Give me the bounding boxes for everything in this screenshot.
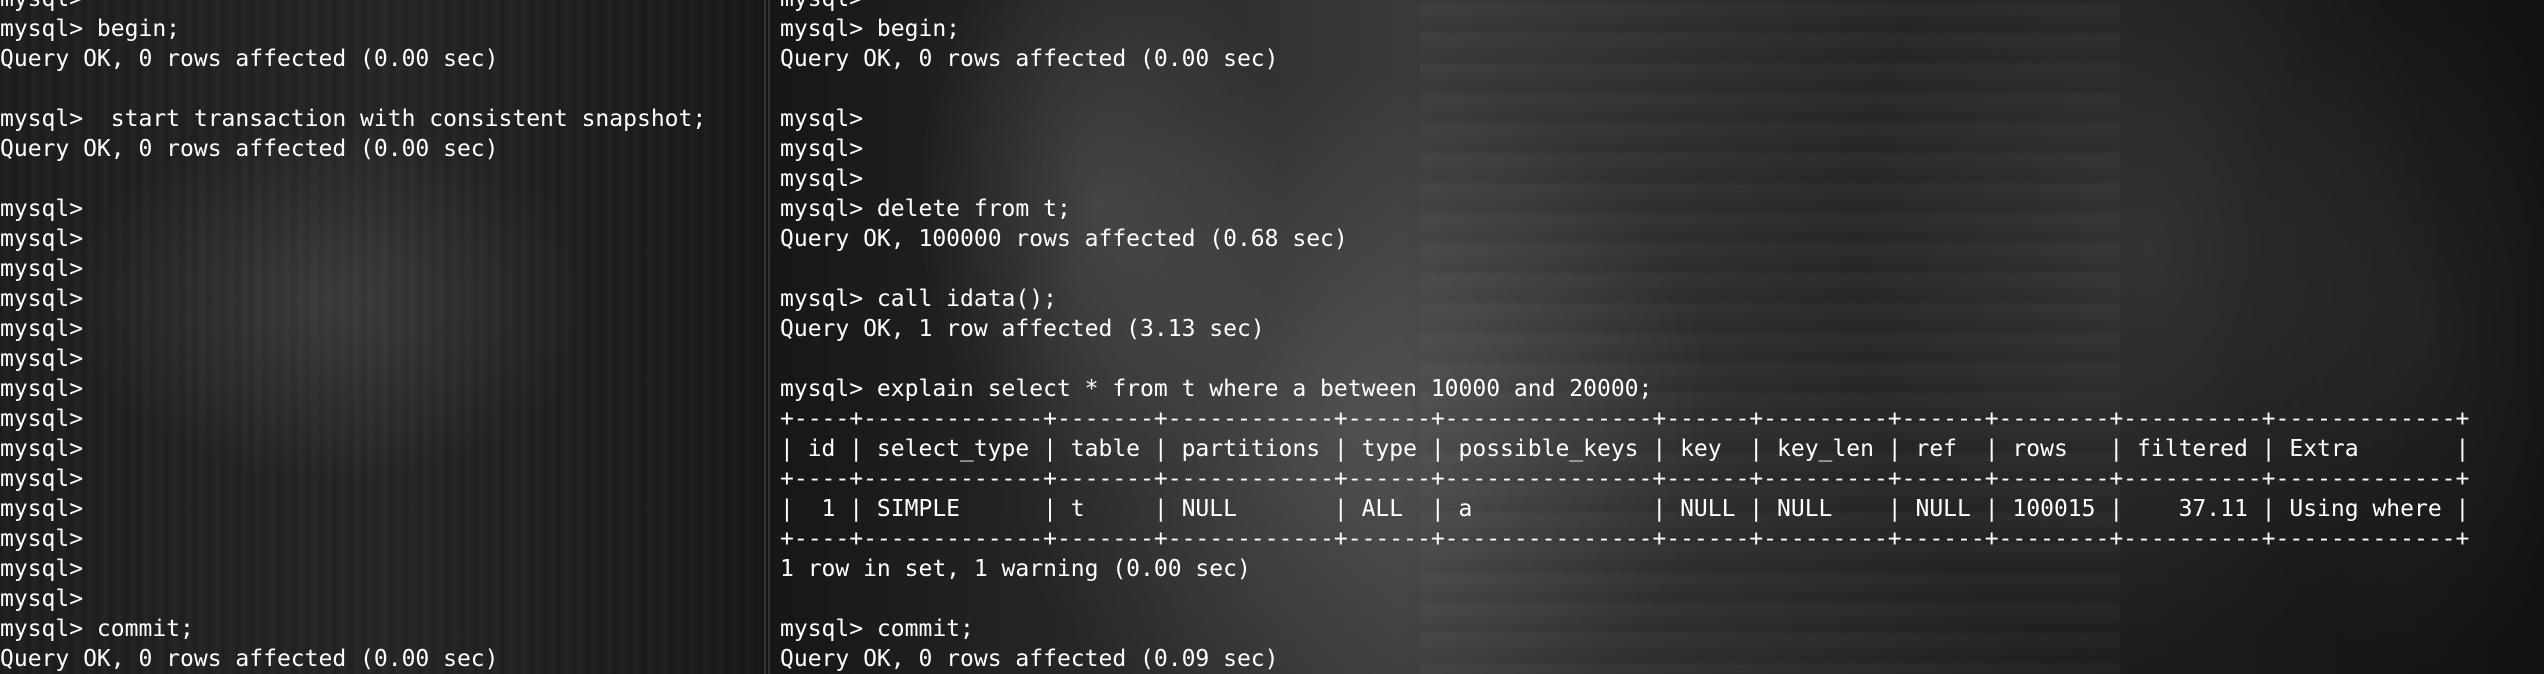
right-terminal-line: Query OK, 0 rows affected (0.09 sec) <box>780 646 1279 672</box>
left-terminal-line: Query OK, 0 rows affected (0.00 sec) <box>0 46 499 72</box>
left-terminal-line: mysql> <box>0 586 84 612</box>
right-terminal-line: mysql> <box>780 0 2469 14</box>
left-terminal-line: mysql> <box>0 286 84 312</box>
right-terminal-line: +----+-------------+-------+------------… <box>780 466 2470 492</box>
right-terminal-line: mysql> <box>780 166 864 192</box>
left-terminal-pane[interactable]: mysql> mysql> begin; Query OK, 0 rows affe… <box>0 0 762 674</box>
right-terminal-line: mysql> <box>780 106 864 132</box>
left-terminal-line: mysql> <box>0 406 84 432</box>
left-terminal-line: mysql> <box>0 436 84 462</box>
left-terminal-output: mysql> mysql> begin; Query OK, 0 rows affe… <box>0 0 706 674</box>
left-terminal-line: mysql> <box>0 256 84 282</box>
right-terminal-line <box>780 254 2469 284</box>
left-terminal-line: mysql> <box>0 376 84 402</box>
right-terminal-line: +----+-------------+-------+------------… <box>780 406 2470 432</box>
right-terminal-pane[interactable]: mysql> mysql> begin; Query OK, 0 rows affe… <box>780 0 2544 674</box>
left-terminal-line: mysql> <box>0 526 84 552</box>
right-terminal-line: Query OK, 0 rows affected (0.00 sec) <box>780 46 1279 72</box>
right-terminal-line: mysql> begin; <box>780 16 961 42</box>
right-terminal-line <box>780 344 2469 374</box>
right-terminal-line: mysql> <box>780 136 864 162</box>
right-terminal-line <box>780 584 2469 614</box>
right-terminal-line: mysql> delete from t; <box>780 196 1071 222</box>
right-terminal-line: Query OK, 1 row affected (3.13 sec) <box>780 316 1265 342</box>
left-terminal-line: Query OK, 0 rows affected (0.00 sec) <box>0 136 499 162</box>
left-terminal-line: mysql> begin; <box>0 16 181 42</box>
left-terminal-line: mysql> commit; <box>0 616 194 642</box>
left-terminal-line <box>0 164 706 194</box>
right-terminal-line: mysql> explain select * from t where a b… <box>780 376 1653 402</box>
pane-split-divider[interactable] <box>764 0 770 674</box>
right-terminal-line: | id | select_type | table | partitions … <box>780 436 2470 462</box>
right-terminal-line: 1 row in set, 1 warning (0.00 sec) <box>780 556 1251 582</box>
right-terminal-line: mysql> call idata(); <box>780 286 1057 312</box>
left-terminal-line: Query OK, 0 rows affected (0.00 sec) <box>0 646 499 672</box>
left-terminal-line: mysql> <box>0 0 706 14</box>
right-terminal-line: Query OK, 100000 rows affected (0.68 sec… <box>780 226 1348 252</box>
right-terminal-line <box>780 74 2469 104</box>
right-terminal-line: +----+-------------+-------+------------… <box>780 526 2470 552</box>
right-terminal-output: mysql> mysql> begin; Query OK, 0 rows affe… <box>780 0 2469 674</box>
left-terminal-line: mysql> <box>0 196 84 222</box>
left-terminal-line: mysql> <box>0 226 84 252</box>
left-terminal-line: mysql> <box>0 466 84 492</box>
right-terminal-line: | 1 | SIMPLE | t | NULL | ALL | a | NULL… <box>780 496 2470 522</box>
left-terminal-line: mysql> <box>0 496 84 522</box>
left-terminal-line <box>0 74 706 104</box>
left-terminal-line: mysql> <box>0 346 84 372</box>
right-terminal-line: mysql> commit; <box>780 616 974 642</box>
left-terminal-line: mysql> start transaction with consistent… <box>0 106 707 132</box>
left-terminal-line: mysql> <box>0 556 84 582</box>
left-terminal-line: mysql> <box>0 316 84 342</box>
